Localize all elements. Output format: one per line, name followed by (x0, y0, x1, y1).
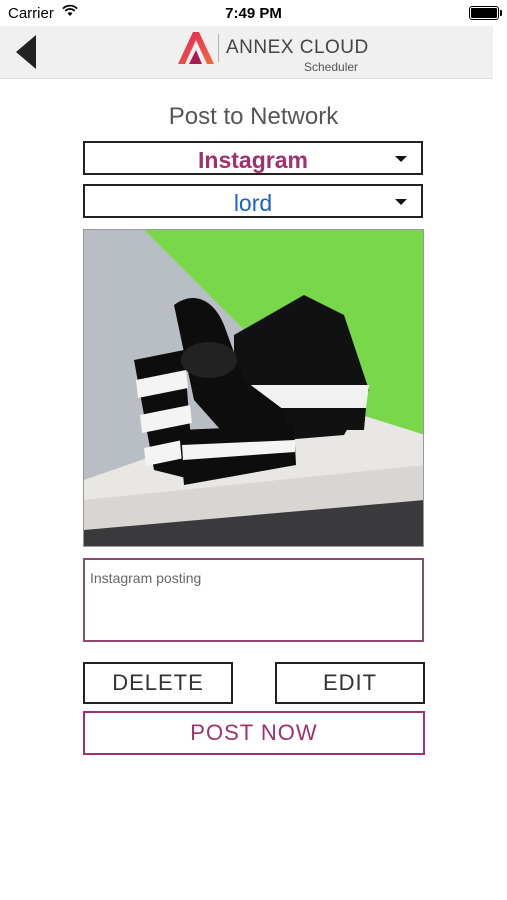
status-time: 7:49 PM (225, 5, 282, 22)
delete-button[interactable]: DELETE (83, 662, 233, 704)
account-select[interactable]: lord (83, 184, 423, 218)
page-title: Post to Network (168, 103, 339, 130)
nav-header: ANNEX CLOUD Scheduler (0, 26, 493, 79)
edit-button[interactable]: EDIT (275, 662, 425, 704)
logo-divider (218, 34, 219, 62)
caption-text: Instagram posting (90, 570, 202, 586)
network-select-value: Instagram (198, 147, 308, 173)
edit-button-label: EDIT (322, 670, 378, 695)
delete-button-label: DELETE (112, 670, 204, 695)
battery-icon (469, 6, 502, 20)
annex-cloud-logo (178, 32, 214, 64)
dropdown-caret-icon (395, 199, 407, 205)
caption-textarea[interactable]: Instagram posting (83, 558, 424, 642)
account-select-value: lord (233, 190, 273, 216)
brand-subtitle: Scheduler (304, 60, 359, 74)
status-bar: Carrier 7:49 PM (0, 0, 507, 26)
post-image (83, 229, 424, 547)
post-now-button-label: POST NOW (190, 720, 318, 745)
dropdown-caret-icon (395, 156, 407, 162)
post-now-button[interactable]: POST NOW (83, 711, 425, 755)
brand-name: ANNEX CLOUD (226, 37, 369, 58)
shoe-photo (84, 230, 423, 546)
back-arrow-icon[interactable] (12, 33, 42, 71)
network-select[interactable]: Instagram (83, 141, 423, 175)
